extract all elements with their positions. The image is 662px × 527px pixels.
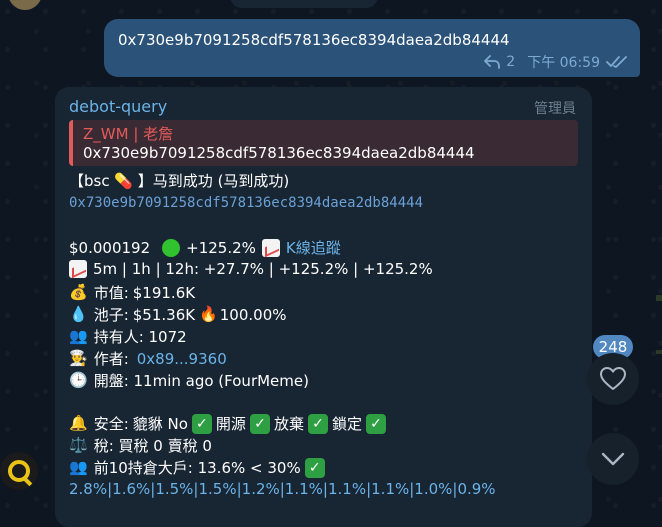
price: $0.000192 [69, 238, 151, 257]
timeframes-row: 5m | 1h | 12h: +27.7% | +125.2% | +125.2… [69, 260, 433, 278]
chevron-down-icon [601, 452, 625, 466]
top10: 前10持倉大戶: 13.6% < 30% [93, 459, 301, 477]
check-icon: ✓ [249, 413, 270, 434]
green-circle-icon [162, 238, 181, 257]
heart-button[interactable] [587, 353, 639, 405]
bell-icon: 🔔 [69, 414, 88, 432]
people-icon: 👥 [69, 327, 88, 345]
price-change: +125.2% [186, 238, 256, 257]
author-row: 👨‍🍳 作者: 0x89...9360 [69, 348, 227, 369]
cook-icon: 👨‍🍳 [69, 349, 88, 367]
opened-row: 🕒 開盤: 11min ago (FourMeme) [69, 370, 309, 391]
check-icon: ✓ [304, 457, 325, 478]
sender-name[interactable]: debot-query [69, 97, 167, 116]
pool-row: 💧 池子: $51.36K 🔥 100.00% [69, 304, 287, 325]
author-link[interactable]: 0x89...9360 [137, 350, 227, 368]
opened: 開盤: 11min ago (FourMeme) [93, 372, 309, 390]
top-holders-percentages[interactable]: 2.8%|1.6%|1.5%|1.5%|1.2%|1.1%|1.1%|1.1%|… [69, 480, 496, 498]
check-icon: ✓ [191, 413, 212, 434]
kline-link[interactable]: K線追蹤 [286, 237, 341, 258]
holders-row: 👥 持有人: 1072 [69, 326, 187, 347]
previous-message-fragment [0, 0, 380, 10]
chart-increasing-icon [261, 238, 280, 257]
reply-arrow-icon[interactable] [484, 55, 501, 69]
open-source: 開源 [215, 415, 246, 433]
timeframes: 5m | 1h | 12h: +27.7% | +125.2% | +125.2… [93, 260, 433, 278]
pool-percent: 100.00% [219, 305, 287, 324]
token-title: 【bsc 💊 】马到成功 (马到成功) [69, 172, 290, 190]
bot-logo-icon [8, 460, 30, 482]
message-meta: 2 下午 06:59 [484, 52, 628, 72]
money-bag-icon: 💰 [69, 283, 88, 301]
check-icon: ✓ [307, 413, 328, 434]
droplet-icon: 💧 [69, 305, 88, 323]
clock-icon: 🕒 [69, 371, 88, 389]
heart-icon [600, 367, 626, 390]
message-time: 下午 06:59 [527, 55, 600, 71]
people-icon: 👥 [69, 458, 88, 476]
edge-marker [656, 350, 662, 354]
market-cap-row: 💰 市值: $191.6K [69, 282, 195, 303]
pool-value: $51.36K [132, 305, 196, 324]
quoted-reply[interactable]: Z_WM | 老詹 0x730e9b7091258cdf578136ec8394… [69, 120, 578, 166]
renounced: 放棄 [273, 415, 304, 433]
message-text: 0x730e9b7091258cdf578136ec8394daea2db844… [118, 31, 510, 49]
avatar[interactable] [8, 0, 42, 10]
outgoing-message[interactable]: 0x730e9b7091258cdf578136ec8394daea2db844… [104, 19, 640, 77]
bot-avatar[interactable] [0, 452, 38, 490]
incoming-message[interactable]: debot-query 管理員 Z_WM | 老詹 0x730e9b709125… [55, 87, 592, 527]
sender-role-badge: 管理員 [534, 101, 576, 117]
scroll-down-button[interactable] [587, 433, 639, 485]
holders: 持有人: 1072 [93, 328, 187, 346]
pool-label: 池子: [93, 306, 129, 324]
fire-icon: 🔥 [199, 305, 218, 323]
market-cap: $191.6K [132, 283, 196, 302]
edge-marker [656, 295, 662, 301]
top10-row: 👥 前10持倉大戶: 13.6% < 30% ✓ [69, 457, 329, 478]
price-row: $0.000192 +125.2% K線追蹤 [69, 237, 341, 258]
check-icon: ✓ [365, 413, 386, 434]
honeypot: 貔貅 No [132, 415, 188, 433]
security-label: 安全: [93, 415, 129, 433]
quoted-reply-text: 0x730e9b7091258cdf578136ec8394daea2db844… [83, 144, 475, 162]
author-label: 作者: [93, 350, 129, 368]
tax: 稅: 買稅 0 賣稅 0 [93, 437, 212, 455]
market-cap-label: 市值: [93, 284, 129, 302]
security-row: 🔔 安全: 貔貅 No ✓ 開源 ✓ 放棄 ✓ 鎖定 ✓ [69, 413, 390, 434]
token-address[interactable]: 0x730e9b7091258cdf578136ec8394daea2db844… [69, 195, 423, 211]
message-bubble-previous [230, 0, 378, 8]
tax-row: ⚖️ 稅: 買稅 0 賣稅 0 [69, 435, 212, 456]
double-check-icon [606, 56, 627, 68]
quoted-reply-author: Z_WM | 老詹 [83, 125, 174, 143]
locked: 鎖定 [331, 415, 362, 433]
balance-scale-icon: ⚖️ [69, 436, 88, 454]
chart-increasing-icon [69, 260, 87, 278]
reply-count[interactable]: 2 [506, 54, 515, 70]
